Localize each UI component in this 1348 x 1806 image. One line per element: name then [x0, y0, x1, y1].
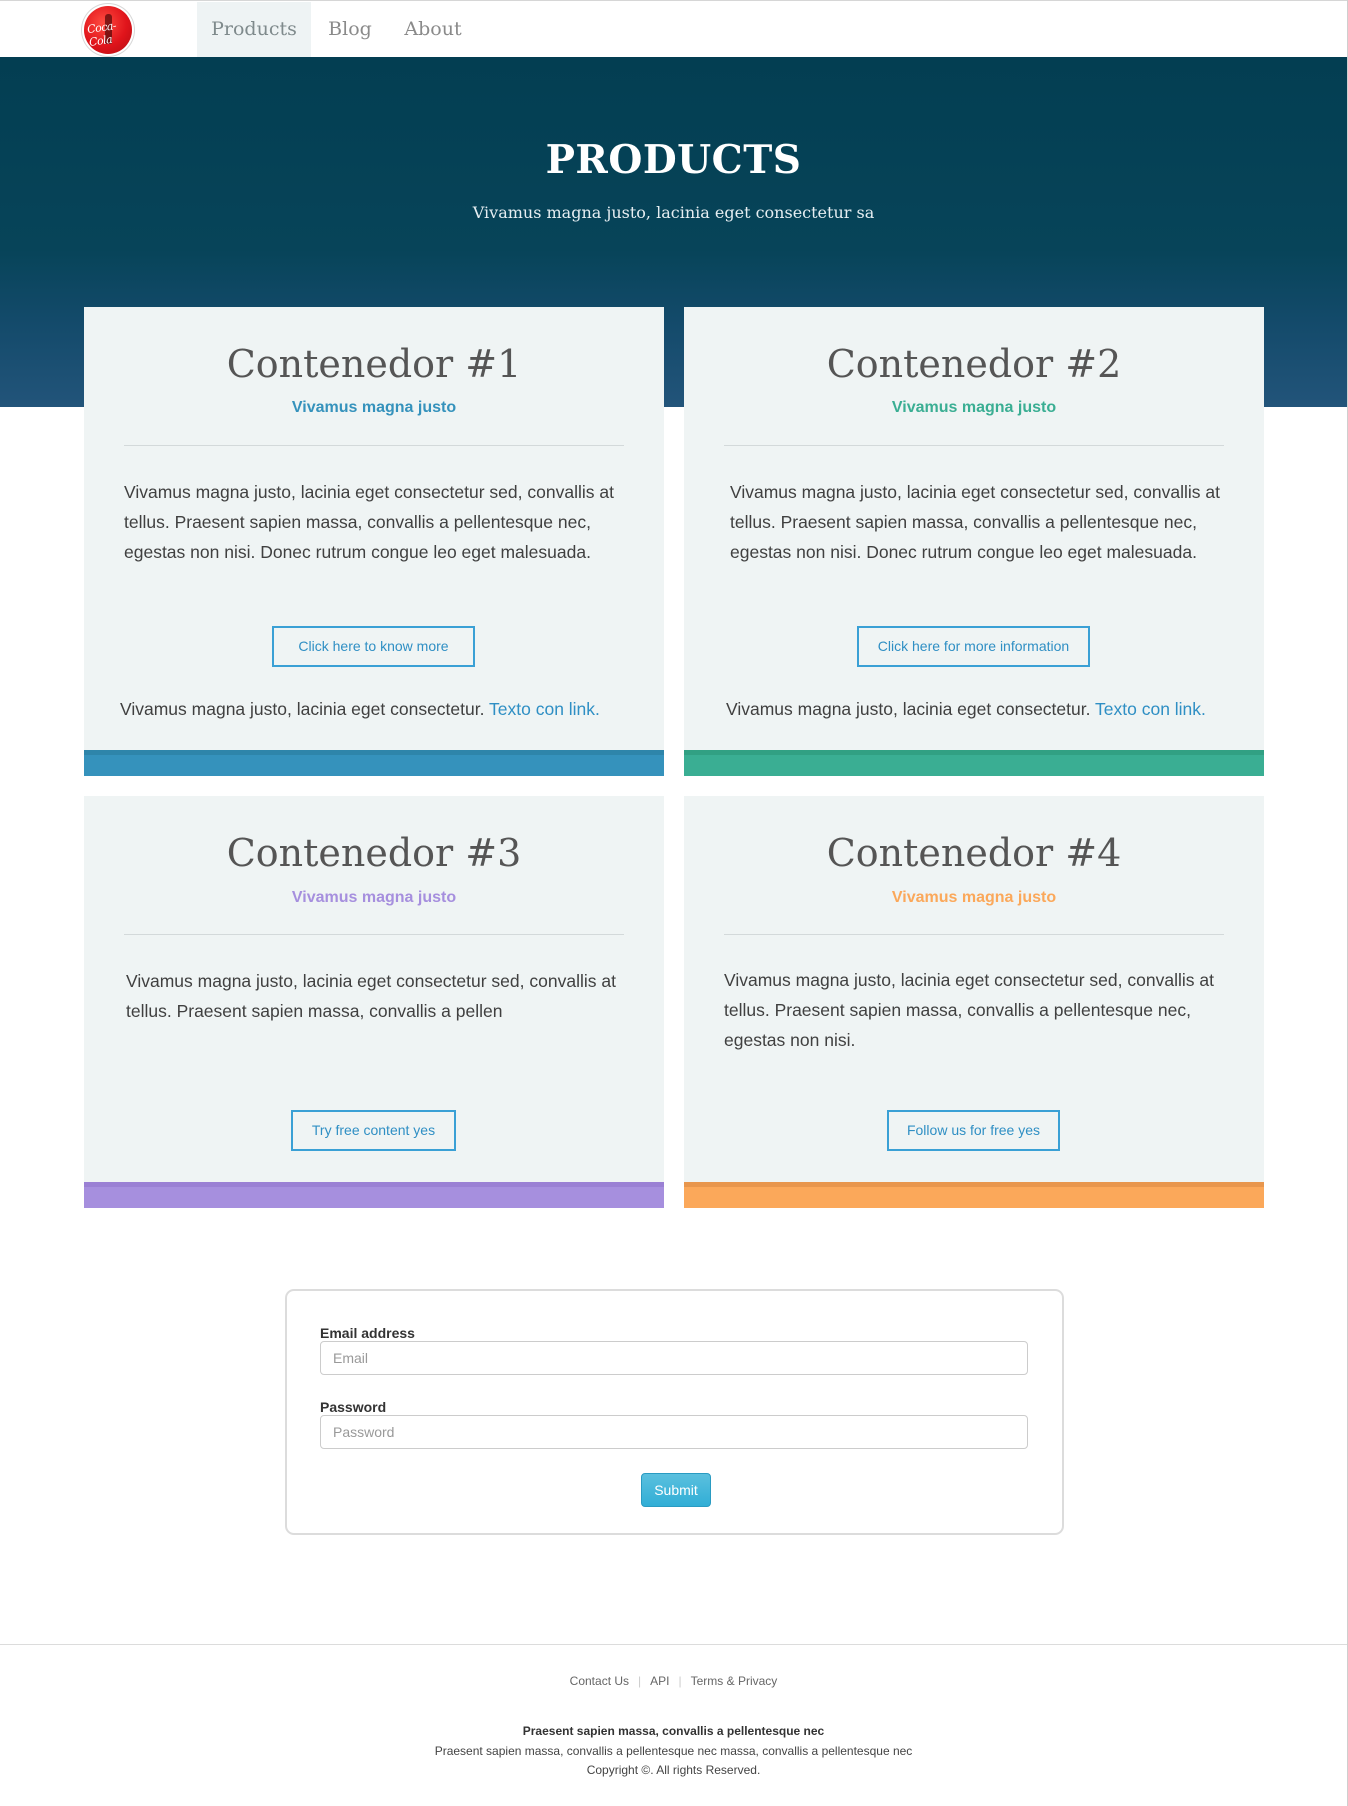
footer-link-contact[interactable]: Contact Us [561, 1674, 638, 1688]
card-divider [124, 934, 624, 935]
card-body-text: Vivamus magna justo, lacinia eget consec… [126, 971, 616, 1021]
submit-button[interactable]: Submit [641, 1473, 711, 1507]
card-accent-line [684, 1182, 1264, 1187]
card-footer-text: Vivamus magna justo, lacinia eget consec… [120, 699, 600, 720]
email-field[interactable]: Email [320, 1341, 1028, 1375]
card-divider [724, 445, 1224, 446]
footer-links: Contact Us | API | Terms & Privacy [0, 1674, 1347, 1688]
password-label: Password [320, 1399, 387, 1415]
card-body-text: Vivamus magna justo, lacinia eget consec… [724, 970, 1214, 1050]
footer-link-api[interactable]: API [641, 1674, 678, 1688]
nav-item-products[interactable]: Products [197, 2, 311, 57]
card-accent-line [684, 750, 1264, 755]
product-card-1: Contenedor #1 Vivamus magna justo Vivamu… [84, 307, 664, 776]
password-field[interactable]: Password [320, 1415, 1028, 1449]
footer-link-terms[interactable]: Terms & Privacy [682, 1674, 787, 1688]
card-title: Contenedor #4 [826, 831, 1122, 875]
card-title: Contenedor #3 [226, 831, 522, 875]
more-information-button[interactable]: Click here for more information [857, 626, 1090, 667]
card-accent-line [84, 750, 664, 755]
texto-con-link[interactable]: Texto con link. [1095, 699, 1206, 719]
card-footer-label: Vivamus magna justo, lacinia eget consec… [120, 699, 485, 719]
card-footer-text: Vivamus magna justo, lacinia eget consec… [726, 699, 1206, 720]
nav-item-blog[interactable]: Blog [318, 2, 382, 57]
brand-logo[interactable]: Coca-Cola [84, 6, 132, 54]
card-subtitle: Vivamus magna justo [891, 399, 1057, 416]
card-accent-bar [84, 1182, 664, 1208]
product-card-4: Contenedor #4 Vivamus magna justo Vivamu… [684, 796, 1264, 1208]
card-subtitle: Vivamus magna justo [291, 399, 457, 416]
logo-wordmark: Coca-Cola [86, 19, 117, 49]
product-card-2: Contenedor #2 Vivamus magna justo Vivamu… [684, 307, 1264, 776]
copyright: Copyright ©. All rights Reserved. [586, 1763, 761, 1777]
page-title: PRODUCTS [545, 137, 802, 183]
card-accent-bar [684, 750, 1264, 776]
card-divider [724, 934, 1224, 935]
card-accent-line [84, 1182, 664, 1187]
nav-item-about[interactable]: About [398, 2, 468, 57]
footer-heading: Praesent sapien massa, convallis a pelle… [522, 1724, 825, 1738]
login-form: Email address Email Password Password Su… [285, 1289, 1064, 1535]
footer-divider [0, 1644, 1347, 1645]
texto-con-link[interactable]: Texto con link. [489, 699, 600, 719]
follow-us-button[interactable]: Follow us for free yes [887, 1110, 1060, 1151]
card-title: Contenedor #1 [226, 342, 522, 386]
card-divider [124, 445, 624, 446]
email-label: Email address [320, 1325, 415, 1341]
card-title: Contenedor #2 [826, 342, 1122, 386]
product-card-3: Contenedor #3 Vivamus magna justo Vivamu… [84, 796, 664, 1208]
card-footer-label: Vivamus magna justo, lacinia eget consec… [726, 699, 1091, 719]
know-more-button[interactable]: Click here to know more [272, 626, 475, 667]
card-subtitle: Vivamus magna justo [291, 889, 457, 906]
card-subtitle: Vivamus magna justo [891, 889, 1057, 906]
hero-subtitle: Vivamus magna justo, lacinia eget consec… [472, 203, 875, 222]
card-body-text: Vivamus magna justo, lacinia eget consec… [730, 482, 1220, 562]
card-body-text: Vivamus magna justo, lacinia eget consec… [124, 482, 614, 562]
top-navbar: Coca-Cola Products Blog About [0, 0, 1347, 57]
try-free-content-button[interactable]: Try free content yes [291, 1110, 456, 1151]
card-accent-bar [684, 1182, 1264, 1208]
card-accent-bar [84, 750, 664, 776]
footer-text: Praesent sapien massa, convallis a pelle… [434, 1744, 913, 1758]
